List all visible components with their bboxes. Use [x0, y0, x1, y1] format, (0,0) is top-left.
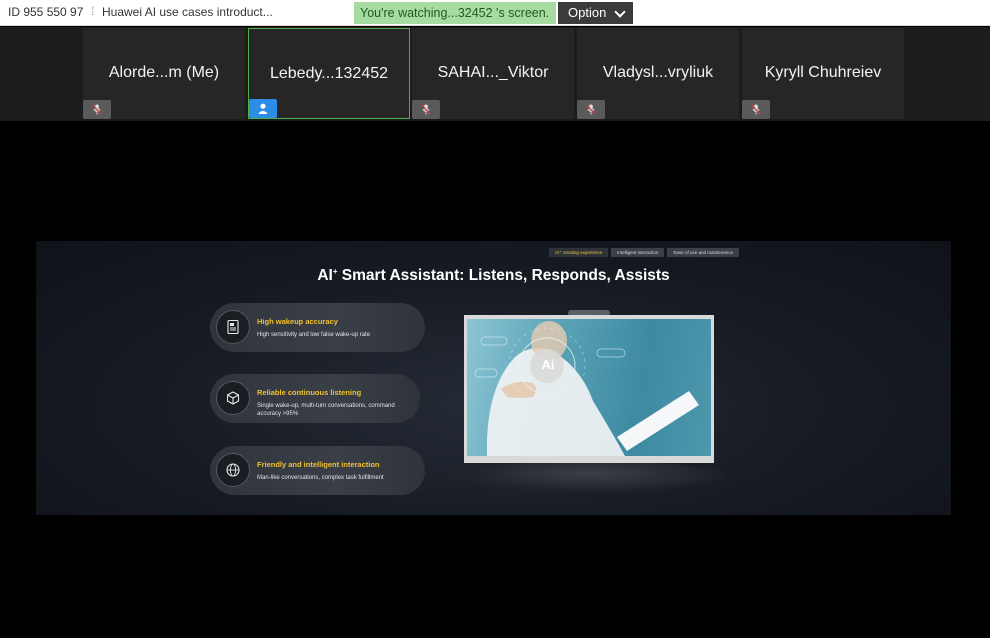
feature-card: Reliable continuous listening Single wak…	[210, 374, 420, 423]
smart-display-image: Ai	[464, 315, 714, 463]
participant-tile-active[interactable]: Lebedy...132452	[248, 28, 410, 119]
participant-name: Lebedy...132452	[269, 65, 389, 82]
ai-badge: Ai	[541, 357, 555, 372]
participant-name: SAHAI..._Viktor	[437, 64, 549, 81]
option-label: Option	[568, 5, 607, 20]
mic-muted-icon	[412, 100, 440, 119]
participant-tile[interactable]: Alorde...m (Me)	[83, 28, 245, 119]
display-screen: Ai	[467, 319, 711, 456]
participant-name: Kyryll Chuhreiev	[764, 64, 882, 81]
feature-card: High wakeup accuracy High sensitivity an…	[210, 303, 425, 352]
mic-muted-icon	[742, 100, 770, 119]
globe-icon	[216, 453, 250, 487]
cube-icon	[216, 381, 250, 415]
presentation-slide: AI⁺ creating experience Intelligent inte…	[36, 241, 951, 515]
mic-muted-icon	[83, 100, 111, 119]
slide-title: AI+ Smart Assistant: Listens, Responds, …	[317, 267, 670, 285]
participant-tile[interactable]: Kyryll Chuhreiev	[742, 28, 904, 119]
participant-tile[interactable]: Vladysl...vryliuk	[577, 28, 739, 119]
feature-heading: Reliable continuous listening	[257, 388, 362, 397]
meeting-title: Huawei AI use cases introduct...	[102, 5, 273, 19]
slide-tab-bar: AI⁺ creating experience Intelligent inte…	[549, 248, 739, 257]
slide-tab: Intelligent interaction	[611, 248, 665, 257]
user-icon	[249, 99, 277, 118]
participant-strip: Alorde...m (Me) Lebedy...132452 SAHAI...…	[0, 27, 990, 121]
view-option-button[interactable]: Option	[558, 2, 633, 24]
participant-name: Vladysl...vryliuk	[602, 64, 714, 81]
meeting-top-bar: ID 955 550 97 ⁞ Huawei AI use cases intr…	[0, 0, 990, 26]
meeting-id: ID 955 550 97	[8, 5, 84, 19]
feature-description: Man-like conversations, complex task ful…	[257, 475, 384, 481]
chevron-down-icon	[614, 6, 626, 18]
feature-heading: High wakeup accuracy	[257, 317, 338, 326]
slide-tab: Ease of use and maintenance	[667, 248, 739, 257]
feature-heading: Friendly and intelligent interaction	[257, 460, 380, 469]
watching-screen-banner: You're watching...32452 's screen.	[354, 2, 556, 24]
participant-tile[interactable]: SAHAI..._Viktor	[412, 28, 574, 119]
feature-card: Friendly and intelligent interaction Man…	[210, 446, 425, 495]
slide-tab: AI⁺ creating experience	[549, 248, 609, 257]
feature-description: High sensitivity and low false wake-up r…	[257, 332, 371, 338]
shared-screen-area[interactable]: AI⁺ creating experience Intelligent inte…	[0, 121, 990, 638]
feature-description: Single wake-up, multi-turn conversations…	[257, 403, 395, 417]
separator: ⁞	[91, 4, 95, 18]
tablet-icon	[216, 310, 250, 344]
display-stand	[452, 461, 728, 493]
mic-muted-icon	[577, 100, 605, 119]
participant-name: Alorde...m (Me)	[108, 64, 220, 81]
